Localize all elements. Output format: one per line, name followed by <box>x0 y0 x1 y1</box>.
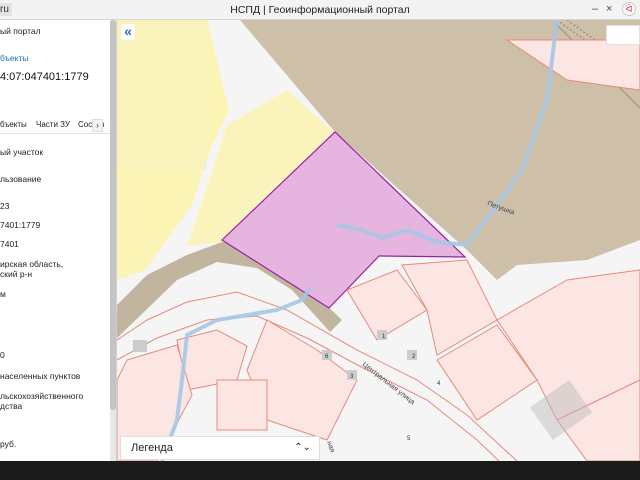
field-address-line2: ский р-н <box>0 269 33 279</box>
tab-objects[interactable]: бъекты <box>0 120 27 129</box>
legend-dropdown[interactable]: Легенда ⌃⌄ <box>120 436 320 460</box>
field-cad-number: 7401:1779 <box>0 220 41 230</box>
field-area: м <box>0 289 6 299</box>
building-6 <box>133 340 147 352</box>
field-permitted-use-line1: льскохозяйственного <box>0 391 84 401</box>
field-type: ый участок <box>0 147 44 157</box>
yellow-zone-highlight <box>117 20 207 170</box>
map-search-box[interactable] <box>606 25 640 45</box>
field-address-line1: ирская область, <box>0 259 64 269</box>
object-info-sidebar: ый портал бъекты 4:07:047401:1779 бъекты… <box>0 20 117 461</box>
close-icon[interactable]: × <box>606 3 612 15</box>
parcel-i[interactable] <box>216 379 268 431</box>
bottom-bar <box>0 461 640 480</box>
map-canvas[interactable]: Петушка Центральная улица ная 1 2 3 6 4 … <box>117 20 640 461</box>
chevron-updown-icon: ⌃⌄ <box>294 442 311 453</box>
legend-label: Легенда <box>131 442 173 454</box>
portal-label: ый портал <box>0 26 41 36</box>
map-svg: Петушка Центральная улица ная 1 2 3 6 4 … <box>117 20 640 461</box>
sidebar-scrollbar-thumb[interactable] <box>110 20 116 410</box>
browser-extension-icon[interactable]: ᐛ <box>622 2 636 16</box>
cadastral-number: 4:07:047401:1779 <box>0 71 89 83</box>
field-cost: руб. <box>0 439 17 449</box>
objects-link[interactable]: бъекты <box>0 53 28 63</box>
collapse-sidebar-icon[interactable]: « <box>121 24 135 40</box>
minimize-icon[interactable]: – <box>592 3 598 15</box>
field-permitted-use-line2: дства <box>0 401 23 411</box>
field-value: 0 <box>0 350 5 360</box>
window-titlebar: ru НСПД | Геоинформационный портал – × ᐛ <box>0 0 640 20</box>
tabs-scroll-arrow-icon[interactable]: › <box>92 119 103 132</box>
window-title: НСПД | Геоинформационный портал <box>230 4 410 16</box>
tab-parts[interactable]: Части ЗУ <box>36 120 70 129</box>
field-quarter: 7401 <box>0 239 19 249</box>
field-usage: льзование <box>0 174 42 184</box>
field-category: населенных пунктов <box>0 371 81 381</box>
field-date: 23 <box>0 201 10 211</box>
